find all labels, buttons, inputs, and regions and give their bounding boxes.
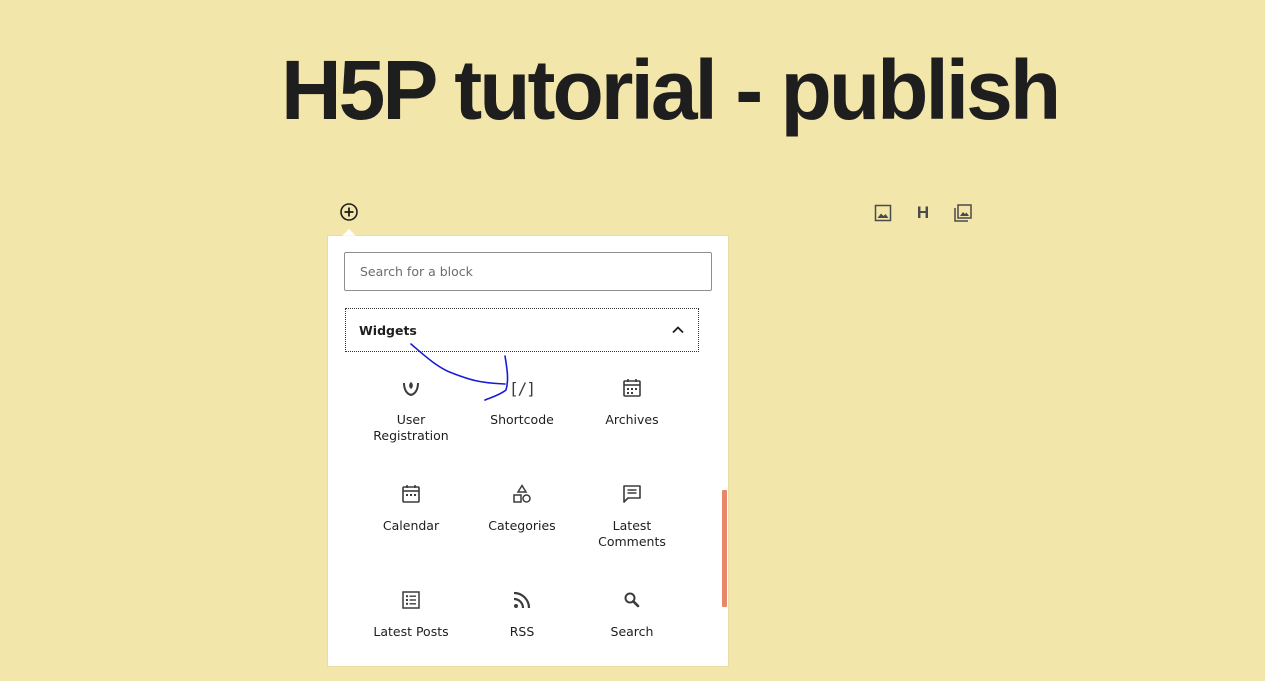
chevron-up-icon	[671, 323, 685, 337]
widgets-panel-title: Widgets	[359, 322, 417, 338]
block-label: User Registration	[373, 412, 449, 443]
block-user-registration[interactable]: User Registration	[356, 364, 466, 464]
rss-icon	[510, 588, 534, 612]
block-archives[interactable]: Archives	[577, 364, 687, 464]
heading-icon: H	[916, 203, 930, 222]
block-latest-comments[interactable]: Latest Comments	[577, 470, 687, 570]
add-image-button[interactable]	[871, 201, 895, 225]
archives-icon	[620, 376, 644, 400]
quick-insert-toolbar: H	[871, 201, 977, 225]
block-inserter-popover: Widgets User Registration [/] Shortcode	[328, 236, 728, 666]
block-categories[interactable]: Categories	[467, 470, 577, 570]
block-label: Search	[610, 624, 654, 639]
block-calendar[interactable]: Calendar	[356, 470, 466, 570]
plus-circle-icon	[340, 203, 358, 221]
categories-icon	[510, 482, 534, 506]
block-latest-posts[interactable]: Latest Posts	[356, 576, 466, 666]
user-registration-icon	[399, 376, 423, 400]
block-label: RSS	[509, 624, 535, 639]
block-label: Archives	[605, 412, 659, 427]
search-icon	[620, 588, 644, 612]
block-label: Calendar	[382, 518, 440, 533]
popover-scrollbar-thumb[interactable]	[722, 490, 727, 607]
shortcode-icon: [/]	[509, 378, 536, 398]
widgets-panel-toggle[interactable]: Widgets	[345, 308, 699, 352]
image-icon	[874, 204, 892, 222]
gallery-icon	[954, 204, 972, 222]
add-gallery-button[interactable]	[951, 201, 975, 225]
block-label: Shortcode	[490, 412, 554, 427]
calendar-icon	[399, 482, 423, 506]
block-rss[interactable]: RSS	[467, 576, 577, 666]
block-label: Latest Comments	[598, 518, 666, 549]
block-search[interactable]: Search	[577, 576, 687, 666]
block-label: Categories	[488, 518, 556, 533]
post-title[interactable]: H5P tutorial - publish	[281, 34, 1061, 146]
latest-comments-icon	[620, 482, 644, 506]
block-shortcode[interactable]: [/] Shortcode	[467, 364, 577, 464]
block-search-box[interactable]	[344, 252, 712, 291]
add-heading-button[interactable]: H	[911, 201, 935, 225]
block-inserter-toggle[interactable]	[338, 201, 360, 223]
block-search-input[interactable]	[345, 253, 711, 290]
latest-posts-icon	[399, 588, 423, 612]
block-label: Latest Posts	[373, 624, 449, 639]
